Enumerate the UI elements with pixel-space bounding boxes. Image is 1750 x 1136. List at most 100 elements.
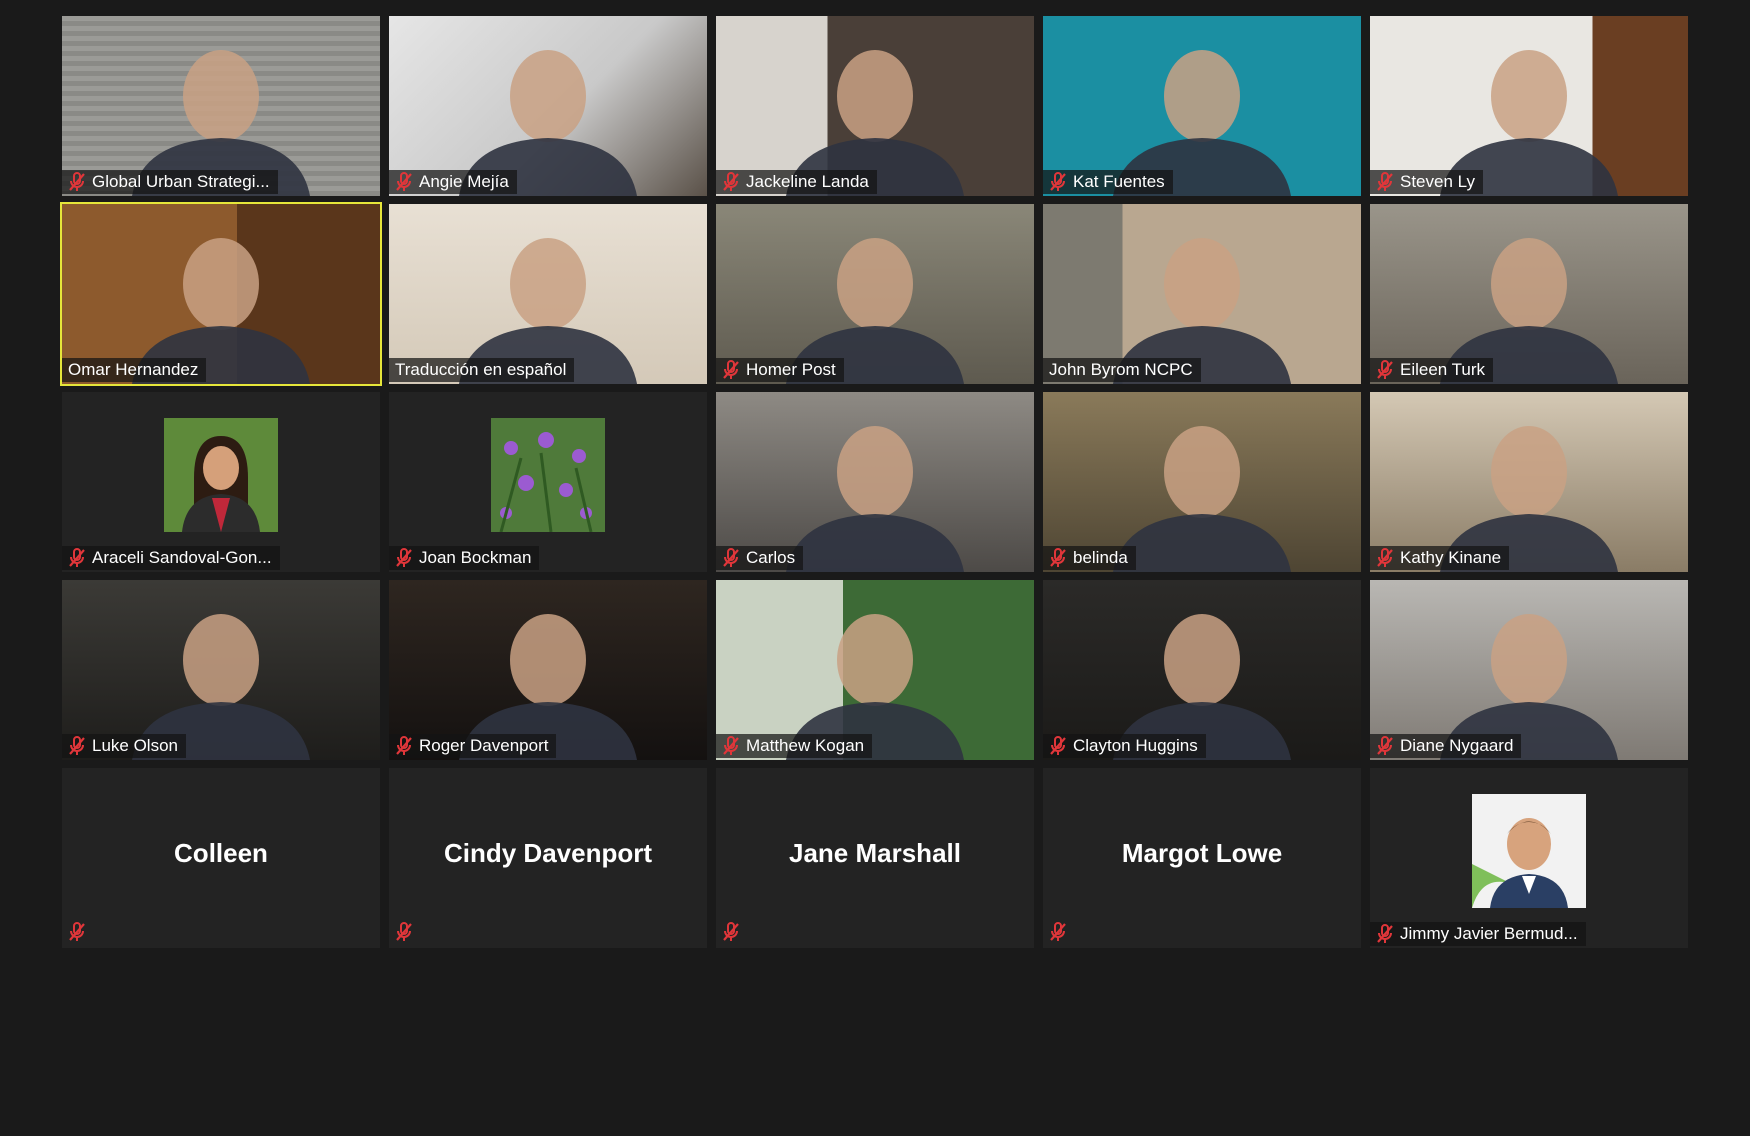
muted-microphone-icon (722, 548, 740, 568)
participant-tile-omar-hernandez[interactable]: Omar Hernandez (60, 202, 382, 386)
participant-video (389, 580, 707, 760)
participant-tile-roger-davenport[interactable]: Roger Davenport (389, 580, 707, 760)
participant-name-label: Angie Mejía (389, 170, 517, 194)
muted-microphone-icon (395, 548, 413, 568)
profile-picture (491, 418, 605, 532)
participant-name: John Byrom NCPC (1049, 360, 1193, 379)
muted-microphone-icon (1376, 924, 1394, 944)
participant-video (716, 16, 1034, 196)
participant-name-label: Araceli Sandoval-Gon... (62, 546, 280, 570)
participant-tile-margot-lowe[interactable]: Margot Lowe (1043, 768, 1361, 948)
participant-tile-jimmy-javier-bermud[interactable]: Jimmy Javier Bermud... (1370, 768, 1688, 948)
participant-name: Traducción en español (395, 360, 567, 379)
participant-tile-matthew-kogan[interactable]: Matthew Kogan (716, 580, 1034, 760)
participant-name: Luke Olson (92, 736, 178, 755)
participant-name-label: Kat Fuentes (1043, 170, 1173, 194)
participant-tile-traducci-n-en-espa-ol[interactable]: Traducción en español (389, 204, 707, 384)
participant-tile-belinda[interactable]: belinda (1043, 392, 1361, 572)
muted-microphone-icon (395, 172, 413, 192)
participant-display-name: Margot Lowe (1121, 838, 1283, 868)
participant-name-label: Clayton Huggins (1043, 734, 1206, 758)
participant-tile-kathy-kinane[interactable]: Kathy Kinane (1370, 392, 1688, 572)
muted-microphone-icon (722, 736, 740, 756)
participant-tile-clayton-huggins[interactable]: Clayton Huggins (1043, 580, 1361, 760)
participant-display-name: Jane Marshall (789, 838, 961, 868)
participant-video (1370, 204, 1688, 384)
participant-display-name: Colleen (174, 838, 268, 868)
participant-display-name: Cindy Davenport (443, 838, 653, 868)
profile-picture (164, 418, 278, 532)
participant-name: belinda (1073, 548, 1128, 567)
muted-microphone-icon (1049, 922, 1069, 944)
muted-microphone-icon (1376, 548, 1394, 568)
participant-video (1043, 392, 1361, 572)
participant-name: Clayton Huggins (1073, 736, 1198, 755)
participant-tile-john-byrom-ncpc[interactable]: John Byrom NCPC (1043, 204, 1361, 384)
muted-microphone-icon (1376, 360, 1394, 380)
gallery-view-grid: Global Urban Strategi... Angie Mejía Jac… (60, 16, 1688, 1136)
participant-tile-diane-nygaard[interactable]: Diane Nygaard (1370, 580, 1688, 760)
participant-tile-colleen[interactable]: Colleen (62, 768, 380, 948)
participant-name: Angie Mejía (419, 172, 509, 191)
participant-name-label: Traducción en español (389, 358, 575, 382)
participant-name-label: Joan Bockman (389, 546, 540, 570)
participant-tile-joan-bockman[interactable]: Joan Bockman (389, 392, 707, 572)
participant-video (1370, 392, 1688, 572)
participant-name: Homer Post (746, 360, 836, 379)
participant-tile-eileen-turk[interactable]: Eileen Turk (1370, 204, 1688, 384)
muted-microphone-icon (68, 922, 88, 944)
participant-name-label: Diane Nygaard (1370, 734, 1522, 758)
participant-tile-kat-fuentes[interactable]: Kat Fuentes (1043, 16, 1361, 196)
participant-video (62, 580, 380, 760)
participant-video (1043, 204, 1361, 384)
participant-name: Carlos (746, 548, 796, 567)
muted-microphone-icon (1049, 172, 1067, 192)
participant-tile-araceli-sandoval-gon[interactable]: Araceli Sandoval-Gon... (62, 392, 380, 572)
participant-name: Jimmy Javier Bermud... (1400, 924, 1578, 943)
participant-name-label: Homer Post (716, 358, 844, 382)
participant-video (62, 204, 380, 384)
participant-tile-jackeline-landa[interactable]: Jackeline Landa (716, 16, 1034, 196)
participant-tile-global-urban-strategi[interactable]: Global Urban Strategi... (62, 16, 380, 196)
participant-tile-jane-marshall[interactable]: Jane Marshall (716, 768, 1034, 948)
muted-microphone-icon (395, 922, 415, 944)
muted-microphone-icon (1049, 548, 1067, 568)
participant-video (1043, 580, 1361, 760)
participant-name: Eileen Turk (1400, 360, 1486, 379)
participant-tile-carlos[interactable]: Carlos (716, 392, 1034, 572)
participant-tile-cindy-davenport[interactable]: Cindy Davenport (389, 768, 707, 948)
participant-name-label: Jimmy Javier Bermud... (1370, 922, 1586, 946)
participant-name-label: Jackeline Landa (716, 170, 877, 194)
participant-tile-steven-ly[interactable]: Steven Ly (1370, 16, 1688, 196)
participant-video (389, 204, 707, 384)
participant-name-label: belinda (1043, 546, 1136, 570)
participant-name: Kat Fuentes (1073, 172, 1165, 191)
profile-picture (1472, 794, 1586, 908)
participant-name-label: Carlos (716, 546, 804, 570)
participant-name: Omar Hernandez (68, 360, 199, 379)
participant-name: Roger Davenport (419, 736, 549, 755)
participant-name-label: Global Urban Strategi... (62, 170, 278, 194)
participant-tile-luke-olson[interactable]: Luke Olson (62, 580, 380, 760)
participant-video (1370, 16, 1688, 196)
participant-video (716, 392, 1034, 572)
muted-microphone-icon (722, 922, 742, 944)
participant-tile-angie-mej-a[interactable]: Angie Mejía (389, 16, 707, 196)
participant-name: Global Urban Strategi... (92, 172, 270, 191)
participant-name-label: Omar Hernandez (62, 358, 207, 382)
participant-name: Jackeline Landa (746, 172, 869, 191)
participant-video (1370, 580, 1688, 760)
muted-microphone-icon (722, 172, 740, 192)
participant-name: Kathy Kinane (1400, 548, 1502, 567)
participant-name-label: Matthew Kogan (716, 734, 873, 758)
participant-name-label: John Byrom NCPC (1043, 358, 1201, 382)
participant-name: Matthew Kogan (746, 736, 865, 755)
muted-microphone-icon (1376, 736, 1394, 756)
participant-name-label: Steven Ly (1370, 170, 1483, 194)
participant-name: Araceli Sandoval-Gon... (92, 548, 272, 567)
participant-tile-homer-post[interactable]: Homer Post (716, 204, 1034, 384)
participant-name-label: Kathy Kinane (1370, 546, 1510, 570)
participant-video (716, 580, 1034, 760)
participant-video (1043, 16, 1361, 196)
participant-video (389, 16, 707, 196)
